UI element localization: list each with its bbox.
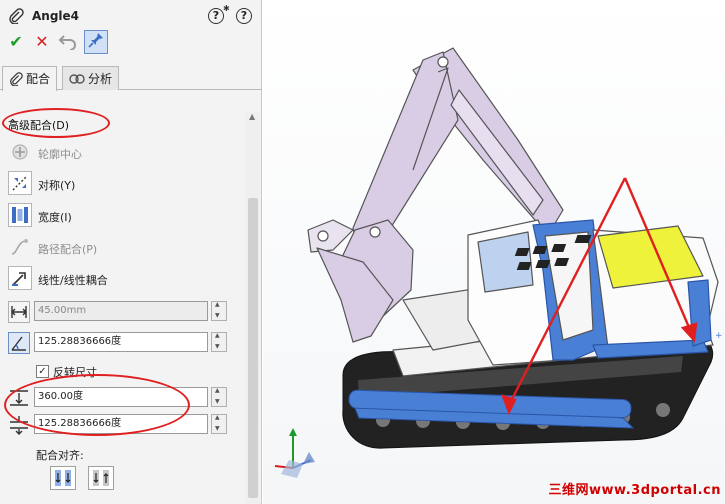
option-profile-center[interactable]: 轮廓中心: [8, 140, 238, 166]
distance-field[interactable]: 45.00mm: [34, 301, 208, 321]
max-angle-spinner[interactable]: [211, 387, 227, 407]
distance-row: 45.00mm: [8, 301, 228, 323]
command-toolbar: ✔ ✕: [4, 30, 254, 56]
option-linear-coupler[interactable]: 线性/线性耦合: [8, 266, 238, 292]
symmetric-icon: [8, 171, 32, 195]
tab-strip: 配合 分析: [0, 64, 262, 91]
tab-mates[interactable]: 配合: [2, 66, 58, 91]
aligned-icon: [51, 470, 75, 492]
tab-analysis-label: 分析: [88, 72, 113, 86]
help-icon[interactable]: ?: [208, 8, 224, 24]
undo-icon[interactable]: [56, 30, 80, 54]
width-icon: [8, 203, 32, 227]
mate-alignment-label: 配合对齐:: [36, 449, 84, 462]
option-path-mate-label: 路径配合(P): [38, 243, 98, 256]
tab-analysis[interactable]: 分析: [62, 66, 120, 90]
anti-aligned-icon: [89, 470, 113, 492]
property-manager-header: Angle4 ? ✱ ?: [8, 4, 258, 27]
scroll-up-icon[interactable]: ▲: [249, 112, 255, 121]
distance-spinner[interactable]: [211, 301, 227, 321]
angle-spinner[interactable]: [211, 332, 227, 352]
excavator-model[interactable]: +: [263, 0, 725, 504]
cursor-crosshair-icon: +: [715, 331, 723, 341]
pin-icon[interactable]: [84, 30, 108, 54]
path-mate-icon: [10, 237, 30, 260]
paperclip-icon: [8, 8, 24, 27]
cancel-x-icon[interactable]: ✕: [30, 30, 54, 54]
aligned-button[interactable]: [50, 466, 76, 490]
origin-triad: [274, 428, 315, 478]
checkbox-check-icon[interactable]: ✓: [36, 365, 49, 378]
help-circle-icon[interactable]: ?: [236, 8, 252, 24]
analysis-icon: [69, 72, 88, 86]
linear-coupler-icon: [8, 266, 32, 290]
distance-icon: [8, 301, 30, 323]
option-profile-center-label: 轮廓中心: [38, 148, 82, 161]
annotation-ellipse-limits: [4, 374, 190, 436]
min-angle-spinner[interactable]: [211, 414, 227, 434]
angle-row: 125.28836666度: [8, 332, 228, 354]
option-width[interactable]: 宽度(I): [8, 203, 238, 229]
option-symmetric-label: 对称(Y): [38, 179, 76, 192]
upper-body[interactable]: [392, 219, 719, 377]
graphics-viewport[interactable]: + 三维网www.3dportal.cn: [263, 0, 725, 504]
ok-check-icon[interactable]: ✔: [4, 30, 28, 54]
angle-icon: [8, 332, 30, 354]
panel-scrollbar[interactable]: ▲: [246, 112, 260, 504]
tab-mates-label: 配合: [26, 72, 51, 86]
option-width-label: 宽度(I): [38, 211, 72, 224]
angle-field[interactable]: 125.28836666度: [34, 332, 208, 352]
profile-center-icon: [10, 142, 30, 165]
paperclip-icon: [9, 72, 26, 87]
option-path-mate[interactable]: 路径配合(P): [8, 235, 238, 261]
watermark-text: 三维网www.3dportal.cn: [548, 483, 721, 498]
option-symmetric[interactable]: 对称(Y): [8, 171, 238, 197]
help-star-icon: ✱: [223, 4, 230, 13]
property-manager-panel: Angle4 ? ✱ ? ✔ ✕ 配合 分析 高级配合(D) ⌃ 轮廓中心 对称…: [0, 0, 262, 504]
annotation-ellipse-section: [2, 108, 110, 138]
page-title: Angle4: [32, 9, 80, 23]
scroll-thumb[interactable]: [248, 198, 258, 498]
option-linear-coupler-label: 线性/线性耦合: [38, 274, 108, 287]
anti-aligned-button[interactable]: [88, 466, 114, 490]
